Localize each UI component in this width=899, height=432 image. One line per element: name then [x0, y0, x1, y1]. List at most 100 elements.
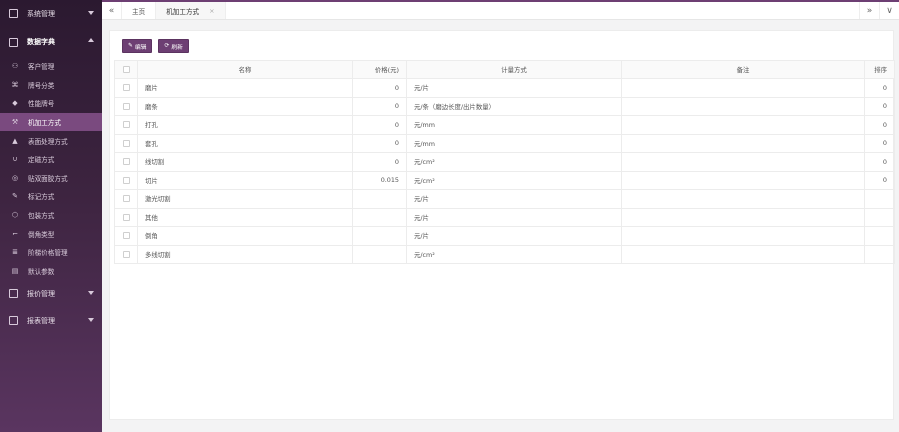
row-checkbox[interactable]	[122, 139, 130, 147]
tab-home[interactable]: 主页	[122, 2, 157, 19]
box-icon: ⬡	[11, 211, 19, 220]
table-row[interactable]: 磨片 0 元/片 0	[114, 78, 895, 98]
chevron-down-icon	[88, 11, 94, 15]
sidebar-item[interactable]: ∪ 定磁方式	[0, 150, 102, 169]
row-checkbox[interactable]	[122, 213, 130, 221]
sidebar-item[interactable]: ⌐ 倒角类型	[0, 224, 102, 243]
cell-unit: 元/片	[406, 78, 622, 98]
cell-sort	[864, 207, 895, 227]
cell-price: 0	[352, 115, 407, 135]
table-row[interactable]: 倒角 元/片	[114, 226, 895, 246]
sidebar-group-data-dict[interactable]: 数据字典	[0, 27, 102, 57]
row-checkbox-cell[interactable]	[114, 207, 138, 227]
row-checkbox[interactable]	[122, 250, 130, 258]
sidebar-item[interactable]: ◎ 贴双面胶方式	[0, 169, 102, 188]
cell-sort: 0	[864, 96, 895, 116]
sidebar-item-label: 牌号分类	[28, 81, 55, 90]
header-unit[interactable]: 计量方式	[406, 60, 622, 79]
sidebar-item[interactable]: ⚇ 客户管理	[0, 57, 102, 76]
cell-price: 0	[352, 152, 407, 172]
cell-unit: 元/cm²	[406, 152, 622, 172]
cell-name: 倒角	[137, 226, 353, 246]
table-row[interactable]: 套孔 0 元/mm 0	[114, 133, 895, 153]
refresh-button[interactable]: ⟳ 刷新	[158, 39, 189, 53]
tabs-next-button[interactable]: »	[859, 2, 879, 19]
cell-sort: 0	[864, 78, 895, 98]
cell-sort: 0	[864, 152, 895, 172]
row-checkbox[interactable]	[122, 121, 130, 129]
sidebar-item[interactable]: ▲ 表面处理方式	[0, 131, 102, 150]
cell-name: 磨片	[137, 78, 353, 98]
edit-button[interactable]: ✎ 编辑	[122, 39, 153, 53]
sidebar-item-label: 机加工方式	[28, 119, 61, 128]
row-checkbox-cell[interactable]	[114, 189, 138, 209]
row-checkbox-cell[interactable]	[114, 96, 138, 116]
row-checkbox-cell[interactable]	[114, 170, 138, 190]
sidebar-item[interactable]: ✎ 标记方式	[0, 187, 102, 206]
cell-sort	[864, 226, 895, 246]
row-checkbox-cell[interactable]	[114, 244, 138, 264]
table-row[interactable]: 磨条 0 元/条（磨边长度/出片数量） 0	[114, 96, 895, 116]
sidebar-group-quote[interactable]: 报价管理	[0, 280, 102, 307]
flask-icon: ▲	[12, 136, 18, 145]
quote-icon	[9, 289, 18, 299]
cell-remark	[621, 207, 865, 227]
close-icon[interactable]: ×	[209, 7, 214, 15]
cell-unit: 元/mm	[406, 115, 622, 135]
header-price[interactable]: 价格(元)	[352, 60, 407, 79]
cell-name: 线切割	[137, 152, 353, 172]
tab-machining[interactable]: 机加工方式 ×	[156, 2, 226, 19]
cell-name: 激光切割	[137, 189, 353, 209]
table-row[interactable]: 打孔 0 元/mm 0	[114, 115, 895, 135]
sidebar-item-label: 倒角类型	[28, 230, 55, 239]
sidebar-item-label: 包装方式	[28, 212, 55, 221]
sidebar-item[interactable]: ⚒ 机加工方式	[0, 112, 102, 132]
row-checkbox-cell[interactable]	[114, 226, 138, 246]
row-checkbox[interactable]	[122, 232, 130, 240]
row-checkbox[interactable]	[122, 102, 130, 110]
row-checkbox-cell[interactable]	[114, 152, 138, 172]
cell-unit: 元/mm	[406, 133, 622, 153]
header-name[interactable]: 名称	[137, 60, 353, 79]
cell-remark	[621, 226, 865, 246]
cell-unit: 元/片	[406, 207, 622, 227]
table-row[interactable]: 其他 元/片	[114, 207, 895, 227]
tabs-prev-button[interactable]: «	[102, 2, 122, 19]
sidebar-item[interactable]: ▤ 默认参数	[0, 262, 102, 281]
cell-price: 0	[352, 133, 407, 153]
sidebar-item[interactable]: ⬡ 包装方式	[0, 206, 102, 225]
header-remark[interactable]: 备注	[621, 60, 865, 79]
sidebar-item-label: 定磁方式	[28, 156, 55, 165]
cell-remark	[621, 170, 865, 190]
pen-icon: ✎	[12, 192, 18, 201]
cell-unit: 元/片	[406, 189, 622, 209]
row-checkbox-cell[interactable]	[114, 133, 138, 153]
sidebar: 系统管理 数据字典 ⚇ 客户管理 ⌘ 牌号分类 ◆ 性能牌号 ⚒ 机加工方式 ▲ 表面处理方式 ∪ 定…	[0, 0, 102, 432]
row-checkbox[interactable]	[122, 158, 130, 166]
row-checkbox-cell[interactable]	[114, 78, 138, 98]
sidebar-item[interactable]: ⌘ 牌号分类	[0, 76, 102, 95]
row-checkbox[interactable]	[122, 84, 130, 92]
table-row[interactable]: 切片 0.015 元/cm² 0	[114, 170, 895, 190]
sidebar-item[interactable]: ≣ 阶梯价格管理	[0, 243, 102, 262]
tab-label: 主页	[132, 7, 146, 16]
cell-remark	[621, 244, 865, 264]
row-checkbox[interactable]	[122, 176, 130, 184]
cell-unit: 元/cm²	[406, 170, 622, 190]
sidebar-group-report[interactable]: 报表管理	[0, 307, 102, 334]
cell-price: 0	[352, 96, 407, 116]
table-row[interactable]: 线切割 0 元/cm² 0	[114, 152, 895, 172]
cell-sort: 0	[864, 170, 895, 190]
header-sort[interactable]: 排序	[864, 60, 895, 79]
table-row[interactable]: 激光切割 元/片	[114, 189, 895, 209]
cell-sort: 0	[864, 115, 895, 135]
row-checkbox[interactable]	[122, 195, 130, 203]
row-checkbox-cell[interactable]	[114, 115, 138, 135]
select-all-checkbox-cell[interactable]	[114, 60, 138, 79]
sidebar-group-label: 系统管理	[27, 9, 55, 18]
table-row[interactable]: 多线切割 元/cm²	[114, 244, 895, 264]
select-all-checkbox[interactable]	[122, 66, 130, 73]
sidebar-group-system[interactable]: 系统管理	[0, 0, 102, 27]
tabs-dropdown-button[interactable]: ∨	[879, 2, 899, 19]
sidebar-item[interactable]: ◆ 性能牌号	[0, 94, 102, 113]
